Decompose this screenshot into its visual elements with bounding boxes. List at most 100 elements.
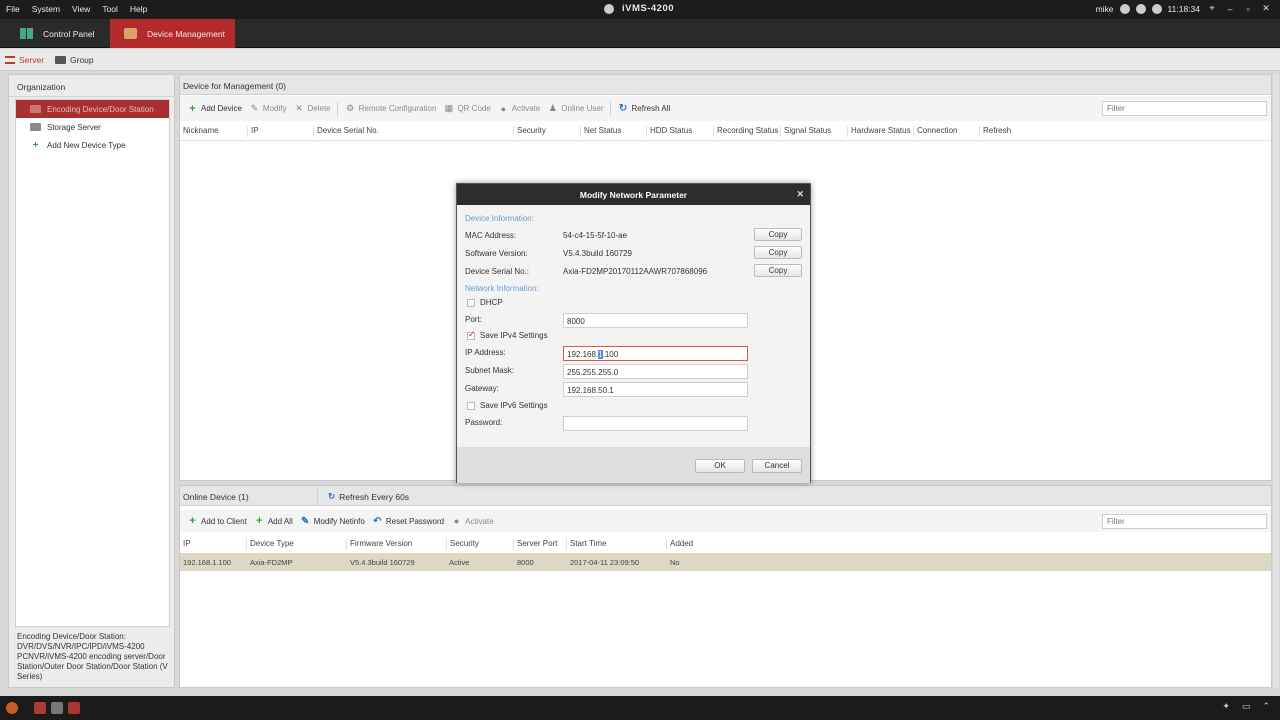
group-icon — [55, 56, 66, 64]
menu-file[interactable]: File — [6, 4, 20, 14]
qr-code-button[interactable]: ▦ QR Code — [444, 103, 491, 114]
activate-online-button[interactable]: ● Activate — [452, 516, 494, 526]
app-logo-icon — [604, 3, 614, 14]
modify-button[interactable]: ✎ Modify — [250, 103, 287, 114]
column-nickname[interactable]: Nickname — [180, 126, 219, 137]
vertical-scrollbar[interactable] — [1273, 74, 1279, 688]
cell-device-type: Axia-FD2MP — [250, 558, 293, 567]
menu-system[interactable]: System — [32, 4, 60, 14]
save-ipv4-label: Save IPv4 Settings — [480, 331, 548, 340]
ok-button[interactable]: OK — [695, 459, 745, 473]
refresh-all-label: Refresh All — [631, 104, 671, 113]
refresh-all-button[interactable]: ↻ Refresh All — [619, 103, 671, 114]
column-device-type[interactable]: Device Type — [246, 539, 294, 550]
tree-item-label: Encoding Device/Door Station — [47, 104, 154, 114]
pin-icon[interactable]: ⌖ — [1206, 3, 1218, 14]
password-label: Password: — [465, 418, 503, 427]
activate-button[interactable]: ● Activate — [499, 104, 541, 114]
password-input[interactable] — [563, 416, 748, 431]
event-icon[interactable] — [51, 702, 63, 714]
taskbar: ✦ ▭ ⌃ — [0, 696, 1280, 720]
modify-netinfo-label: Modify Netinfo — [313, 516, 365, 526]
activate-icon: ● — [453, 516, 460, 526]
copy-software-version-button[interactable]: Copy — [754, 246, 802, 259]
column-recording-status[interactable]: Recording Status — [713, 126, 778, 137]
column-added[interactable]: Added — [666, 539, 693, 550]
tree-item-encoding-device[interactable]: Encoding Device/Door Station — [16, 100, 169, 118]
column-firmware-version[interactable]: Firmware Version — [346, 539, 412, 550]
add-all-button[interactable]: + Add All — [255, 515, 293, 527]
network-icon[interactable] — [1119, 3, 1130, 14]
tab-control-panel[interactable]: Control Panel — [0, 19, 110, 48]
online-user-button[interactable]: ♟ Online User — [548, 103, 604, 114]
device-table-header: Nickname IP Device Serial No. Security N… — [180, 121, 1271, 141]
modify-netinfo-button[interactable]: ✎ Modify Netinfo — [301, 516, 365, 527]
warning-icon[interactable] — [6, 702, 18, 714]
menu-view[interactable]: View — [72, 4, 90, 14]
column-ip[interactable]: IP — [180, 539, 191, 550]
plus-icon: + — [189, 515, 196, 527]
refresh-interval[interactable]: ↻ Refresh Every 60s — [328, 491, 409, 502]
alarm-icon[interactable] — [34, 702, 46, 714]
column-serial[interactable]: Device Serial No. — [313, 126, 379, 137]
add-device-label: Add Device — [201, 104, 242, 113]
menu-tool[interactable]: Tool — [102, 4, 118, 14]
close-icon[interactable]: ✕ — [796, 189, 804, 200]
column-refresh[interactable]: Refresh — [979, 126, 1011, 137]
reset-password-button[interactable]: ↶ Reset Password — [373, 516, 444, 527]
column-signal-status[interactable]: Signal Status — [780, 126, 831, 137]
column-security[interactable]: Security — [446, 539, 479, 550]
tab-server[interactable]: Server — [5, 55, 44, 65]
ip-address-input[interactable]: 192.168.1.100 — [563, 346, 748, 361]
minimize-icon[interactable]: – — [1224, 4, 1236, 14]
mac-address-label: MAC Address: — [465, 231, 517, 240]
cancel-button[interactable]: Cancel — [752, 459, 802, 473]
audio-icon[interactable] — [68, 702, 80, 714]
port-input[interactable]: 8000 — [563, 313, 748, 328]
tree-item-add-new-device-type[interactable]: + Add New Device Type — [16, 136, 169, 154]
plus-icon: + — [256, 515, 263, 527]
add-device-button[interactable]: + Add Device — [188, 103, 242, 115]
pin-icon[interactable]: ✦ — [1222, 701, 1230, 712]
organization-panel: Organization Encoding Device/Door Statio… — [8, 74, 175, 688]
column-ip[interactable]: IP — [247, 126, 259, 137]
lock-icon[interactable] — [1151, 3, 1162, 14]
tab-group[interactable]: Group — [55, 55, 94, 65]
dhcp-label: DHCP — [480, 298, 503, 307]
menu-help[interactable]: Help — [130, 4, 147, 14]
column-hardware-status[interactable]: Hardware Status — [847, 126, 911, 137]
dialog-title: Modify Network Parameter — [579, 190, 688, 200]
dialog-body: Device Information: MAC Address: 54-c4-1… — [457, 205, 810, 447]
copy-serial-button[interactable]: Copy — [754, 264, 802, 277]
table-row[interactable]: 192.168.1.100 Axia-FD2MP V5.4.3build 160… — [180, 553, 1271, 571]
menu-bar: File System View Tool Help — [6, 4, 147, 14]
column-security[interactable]: Security — [513, 126, 546, 137]
column-hdd-status[interactable]: HDD Status — [646, 126, 692, 137]
tree-item-label: Storage Server — [47, 122, 101, 132]
remote-configuration-button[interactable]: ⚙ Remote Configuration — [346, 103, 436, 114]
online-device-header: Online Device (1) ↻ Refresh Every 60s — [180, 486, 1271, 506]
alarm-icon[interactable] — [1135, 3, 1146, 14]
close-icon[interactable]: ✕ — [1260, 3, 1272, 14]
dhcp-checkbox[interactable] — [467, 299, 475, 307]
delete-button[interactable]: ✕ Delete — [294, 103, 330, 114]
column-connection[interactable]: Connection — [913, 126, 957, 137]
online-filter-input[interactable] — [1102, 514, 1267, 529]
add-to-client-button[interactable]: + Add to Client — [188, 515, 247, 527]
maximize-icon[interactable]: ▫ — [1242, 4, 1254, 14]
reset-password-label: Reset Password — [385, 516, 445, 526]
subnet-mask-input[interactable]: 255.255.255.0 — [563, 364, 748, 379]
lock-icon[interactable]: ▭ — [1242, 701, 1251, 712]
copy-mac-button[interactable]: Copy — [754, 228, 802, 241]
save-ipv6-checkbox[interactable] — [467, 402, 475, 410]
column-start-time[interactable]: Start Time — [566, 539, 606, 550]
column-net-status[interactable]: Net Status — [580, 126, 621, 137]
tree-item-storage-server[interactable]: Storage Server — [16, 118, 169, 136]
app-title-text: iVMS-4200 — [622, 3, 675, 14]
tab-device-management[interactable]: Device Management — [110, 19, 235, 48]
device-filter-input[interactable] — [1102, 101, 1267, 116]
expand-icon[interactable]: ⌃ — [1262, 701, 1270, 712]
gateway-input[interactable]: 192.168.50.1 — [563, 382, 748, 397]
column-server-port[interactable]: Server Port — [513, 539, 557, 550]
save-ipv4-checkbox[interactable] — [467, 329, 476, 340]
